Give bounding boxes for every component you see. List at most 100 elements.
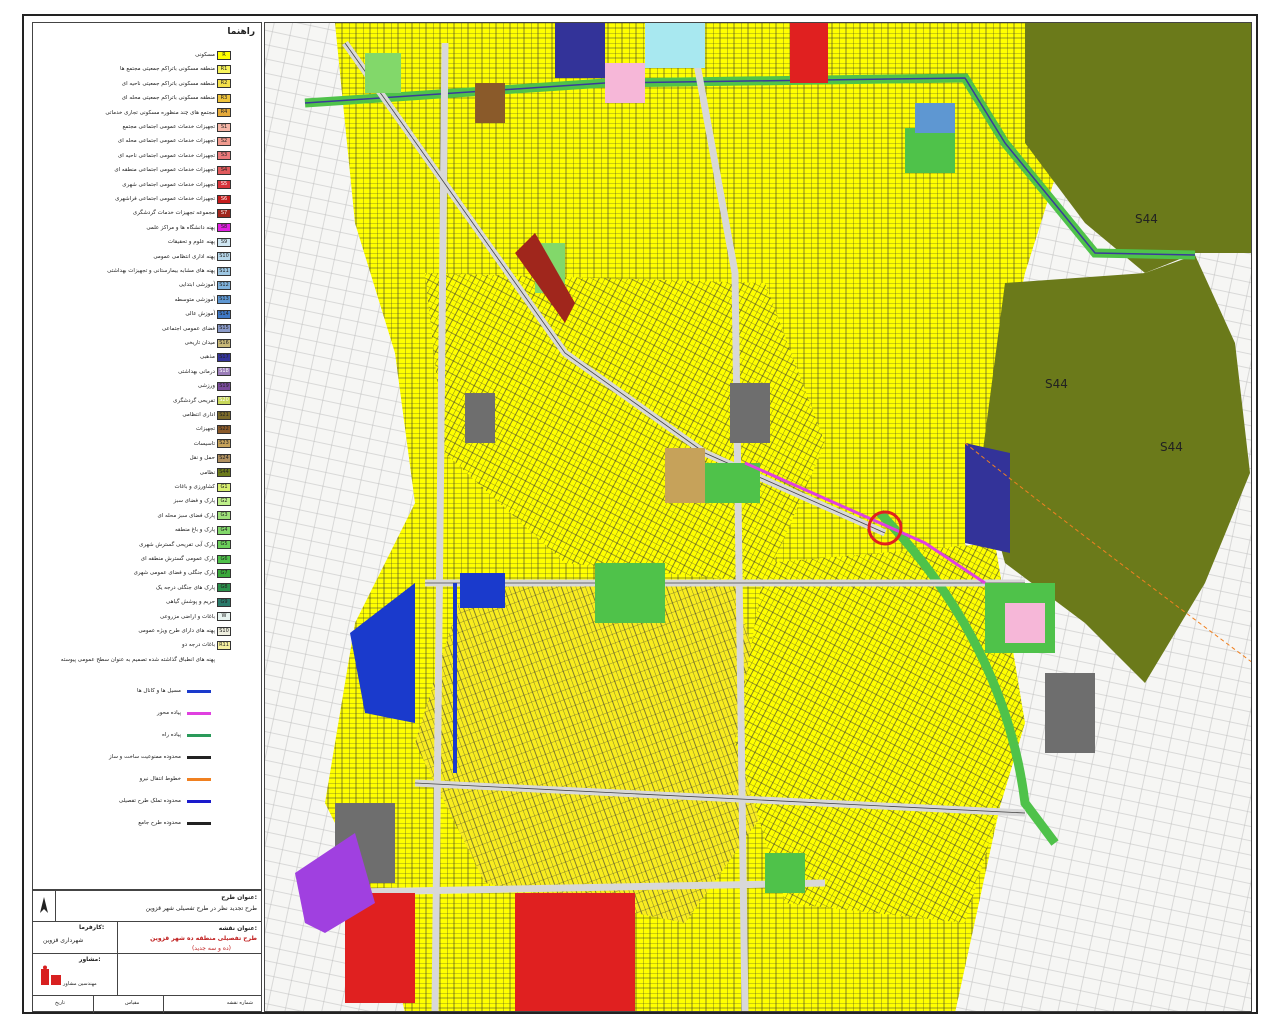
facility-parcel[interactable]: [665, 448, 705, 503]
legend-item-label: مذهبی: [200, 354, 215, 361]
legend-item-label: اداری انتظامی: [182, 412, 215, 418]
legend-item-label: منطقه مسکونی باتراکم جمعیتی مجتمع ها: [120, 66, 215, 73]
legend-item-label: تجهیزات خدمات عمومی اجتماعی فراشهری: [115, 196, 215, 202]
legend-item-label: تاسیسات: [193, 440, 215, 447]
legend-swatch-code: S10: [219, 627, 229, 634]
legend-item-label: حمل و نقل: [189, 455, 215, 462]
legend-item-label: پهنه دانشگاه ها و مراکز علمی: [146, 224, 215, 231]
legend-swatch-code: S22: [219, 425, 229, 432]
service-parcel[interactable]: [1005, 603, 1045, 643]
park-parcel[interactable]: [365, 53, 401, 93]
legend-line-symbol: [187, 712, 211, 715]
legend-swatch-code: S12: [219, 281, 229, 288]
utility-parcel[interactable]: [730, 383, 770, 443]
legend-item-label: پارک و باغ منطقه: [174, 527, 215, 534]
project-label: عنوان طرح:: [221, 894, 257, 901]
legend-swatch-code: S15: [219, 325, 229, 332]
legend-line-symbol: [187, 800, 211, 803]
legend-item-label: منطقه مسکونی باتراکم جمعیتی ناحیه ای: [121, 80, 215, 87]
park-parcel[interactable]: [705, 463, 760, 503]
map-title-value: طرح تفصیلی منطقه ده شهر قزوین: [150, 935, 257, 942]
legend-swatch-code: S44: [219, 469, 229, 476]
legend-item-label: پهنه علوم و تحقیقات: [167, 239, 215, 246]
legend-title: راهنما: [227, 27, 255, 37]
legend-swatch-code: G6: [220, 555, 228, 562]
legend-item-label: آموزشی ابتدایی: [178, 282, 215, 289]
legend-line-symbol: [187, 822, 211, 825]
legend-swatch-code: G8: [220, 584, 228, 591]
footer-number: شماره نقشه: [226, 1000, 253, 1006]
legend-item-label: مجتمع های چند منظوره مسکونی تجاری خدماتی: [105, 109, 215, 116]
religious-parcel[interactable]: [965, 443, 1010, 553]
legend-item-label: میدان تاریخی: [184, 340, 215, 346]
legend-item-label: ورزشی: [197, 383, 215, 390]
project-value: طرح تجدید نظر در طرح تفصیلی شهر قزوین: [145, 905, 257, 912]
consultant-label: مشاور:: [79, 956, 101, 963]
legend-item-label: آموزش عالی: [185, 311, 215, 318]
land-use-map[interactable]: S44 S44 S44: [264, 22, 1252, 1012]
legend-swatch-code: R1: [220, 65, 228, 72]
legend-swatch-code: S16: [219, 339, 229, 346]
legend-swatch-code: S21: [219, 411, 229, 418]
legend-swatch-code: S6: [220, 195, 228, 202]
legend-item-label: تجهیزات خدمات عمومی اجتماعی ناحیه ای: [117, 152, 215, 159]
legend-item-label: تجهیزات خدمات عمومی اجتماعی مجتمع: [122, 124, 215, 130]
map-canvas[interactable]: S44 S44 S44: [265, 23, 1252, 1012]
legend-item-label: حریم و پوشش گیاهی: [166, 599, 215, 606]
education-parcel[interactable]: [915, 103, 955, 133]
legend-swatch-code: S23: [219, 440, 229, 447]
legend-swatch-code: S24: [219, 454, 229, 461]
legend-swatch-code: S1: [220, 123, 228, 130]
legend-item-label: پهنه اداری انتظامی عمومی: [153, 253, 215, 260]
legend-swatch-code: S9: [220, 238, 228, 245]
legend-swatch-code: S10: [219, 253, 229, 260]
legend-swatch-code: S2: [220, 137, 228, 144]
zone-label-s44: S44: [1135, 212, 1158, 226]
park-parcel[interactable]: [595, 563, 665, 623]
park-parcel[interactable]: [905, 128, 955, 173]
legend-panel: راهنما مسکونی منطقه مسکونی باتراکم جمعیتی…: [32, 22, 262, 890]
legend-item-label: آموزشی متوسطه: [174, 296, 215, 303]
legend-line-symbol: [187, 778, 211, 781]
legend-item-label: پهنه های دارای طرح ویژه عمومی: [138, 628, 215, 634]
public-parcel[interactable]: [645, 23, 705, 68]
legend-swatch-code: R4: [220, 109, 228, 116]
utility-parcel[interactable]: [1045, 673, 1095, 753]
utility-parcel[interactable]: [465, 393, 495, 443]
legend-swatch-code: G7: [220, 569, 228, 576]
legend-swatch-code: G3: [220, 512, 228, 519]
legend-swatch-code: S19: [219, 382, 229, 389]
service-parcel[interactable]: [515, 893, 635, 1012]
education-parcel[interactable]: [460, 573, 505, 608]
legend-swatch-code: S3: [220, 152, 228, 159]
map-title-label: عنوان نقشه:: [218, 925, 257, 932]
consultant-logo-icon: [39, 965, 63, 989]
legend-item-label: تفریحی گردشگری: [173, 397, 215, 404]
service-parcel[interactable]: [605, 63, 645, 103]
legend-swatch-code: G2: [220, 497, 228, 504]
legend-item-label: پارک های جنگلی درجه یک: [155, 584, 215, 591]
legend-item-label: درمانی بهداشتی: [178, 368, 215, 375]
north-arrow-icon: [40, 897, 48, 915]
legend-item-label: نظامی: [199, 469, 215, 476]
legend-swatch-code: W: [221, 613, 227, 620]
zone-label-s44: S44: [1160, 440, 1183, 454]
employer-label: کارفرما:: [79, 924, 105, 931]
legend-swatch-code: S17: [219, 353, 229, 360]
legend-swatch-code: S20: [219, 397, 229, 404]
legend-item-label: پارک عمومی گسترش منطقه ای: [140, 556, 215, 562]
footer-scale: مقیاس: [125, 1000, 140, 1006]
legend-line-label: محدوده طرح جامع: [138, 820, 181, 826]
legend-item-label: کشاورزی و باغات: [174, 484, 215, 490]
service-parcel[interactable]: [790, 23, 828, 83]
legend-line-symbol: [187, 756, 211, 759]
park-parcel[interactable]: [765, 853, 805, 893]
facility-parcel[interactable]: [475, 83, 505, 123]
legend-item-label: تجهیزات خدمات عمومی اجتماعی شهری: [122, 181, 215, 188]
legend-swatch-code: G4: [220, 526, 228, 533]
legend-swatch-code: S7: [220, 209, 228, 216]
legend-swatch-code: S14: [219, 310, 229, 317]
legend-swatch-code: R11: [219, 641, 229, 648]
legend-swatch-code: S18: [219, 368, 229, 375]
religious-parcel[interactable]: [555, 23, 605, 78]
